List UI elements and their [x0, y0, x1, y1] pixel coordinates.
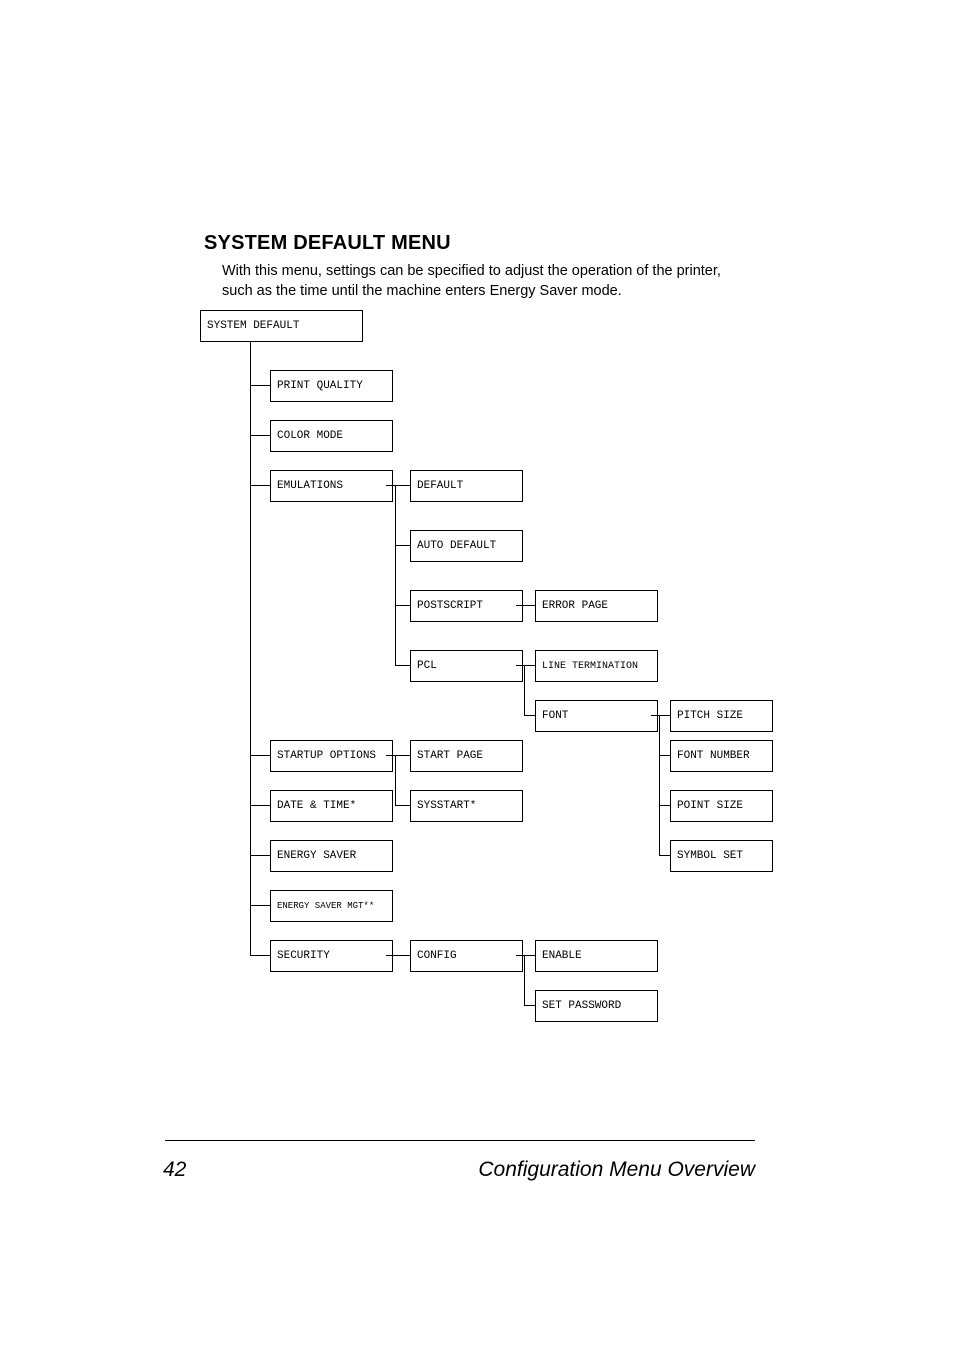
menu-color-mode: COLOR MODE — [270, 420, 393, 452]
submenu-config: CONFIG — [410, 940, 523, 972]
submenu-pcl: PCL — [410, 650, 523, 682]
section-heading: SYSTEM DEFAULT MENU — [204, 232, 451, 255]
menu-print-quality: PRINT QUALITY — [270, 370, 393, 402]
submenu-enable: ENABLE — [535, 940, 658, 972]
footer-title: Configuration Menu Overview — [478, 1158, 755, 1182]
submenu-pitch-size: PITCH SIZE — [670, 700, 773, 732]
submenu-postscript: POSTSCRIPT — [410, 590, 523, 622]
menu-energy-saver: ENERGY SAVER — [270, 840, 393, 872]
menu-startup-options: STARTUP OPTIONS — [270, 740, 393, 772]
menu-energy-saver-mgt: ENERGY SAVER MGT** — [270, 890, 393, 922]
submenu-error-page: ERROR PAGE — [535, 590, 658, 622]
menu-tree-diagram: SYSTEM DEFAULT PRINT QUALITY COLOR MODE … — [200, 310, 760, 1110]
root-system-default: SYSTEM DEFAULT — [200, 310, 363, 342]
submenu-line-termination: LINE TERMINATION — [535, 650, 658, 682]
footer-rule — [165, 1140, 755, 1141]
submenu-font: FONT — [535, 700, 658, 732]
submenu-start-page: START PAGE — [410, 740, 523, 772]
menu-security: SECURITY — [270, 940, 393, 972]
section-intro: With this menu, settings can be specifie… — [222, 262, 742, 301]
submenu-set-password: SET PASSWORD — [535, 990, 658, 1022]
menu-emulations: EMULATIONS — [270, 470, 393, 502]
page-number: 42 — [163, 1158, 186, 1182]
submenu-sysstart: SYSSTART* — [410, 790, 523, 822]
submenu-point-size: POINT SIZE — [670, 790, 773, 822]
submenu-auto-default: AUTO DEFAULT — [410, 530, 523, 562]
submenu-default: DEFAULT — [410, 470, 523, 502]
submenu-font-number: FONT NUMBER — [670, 740, 773, 772]
menu-date-time: DATE & TIME* — [270, 790, 393, 822]
submenu-symbol-set: SYMBOL SET — [670, 840, 773, 872]
page: SYSTEM DEFAULT MENU With this menu, sett… — [0, 0, 954, 1350]
